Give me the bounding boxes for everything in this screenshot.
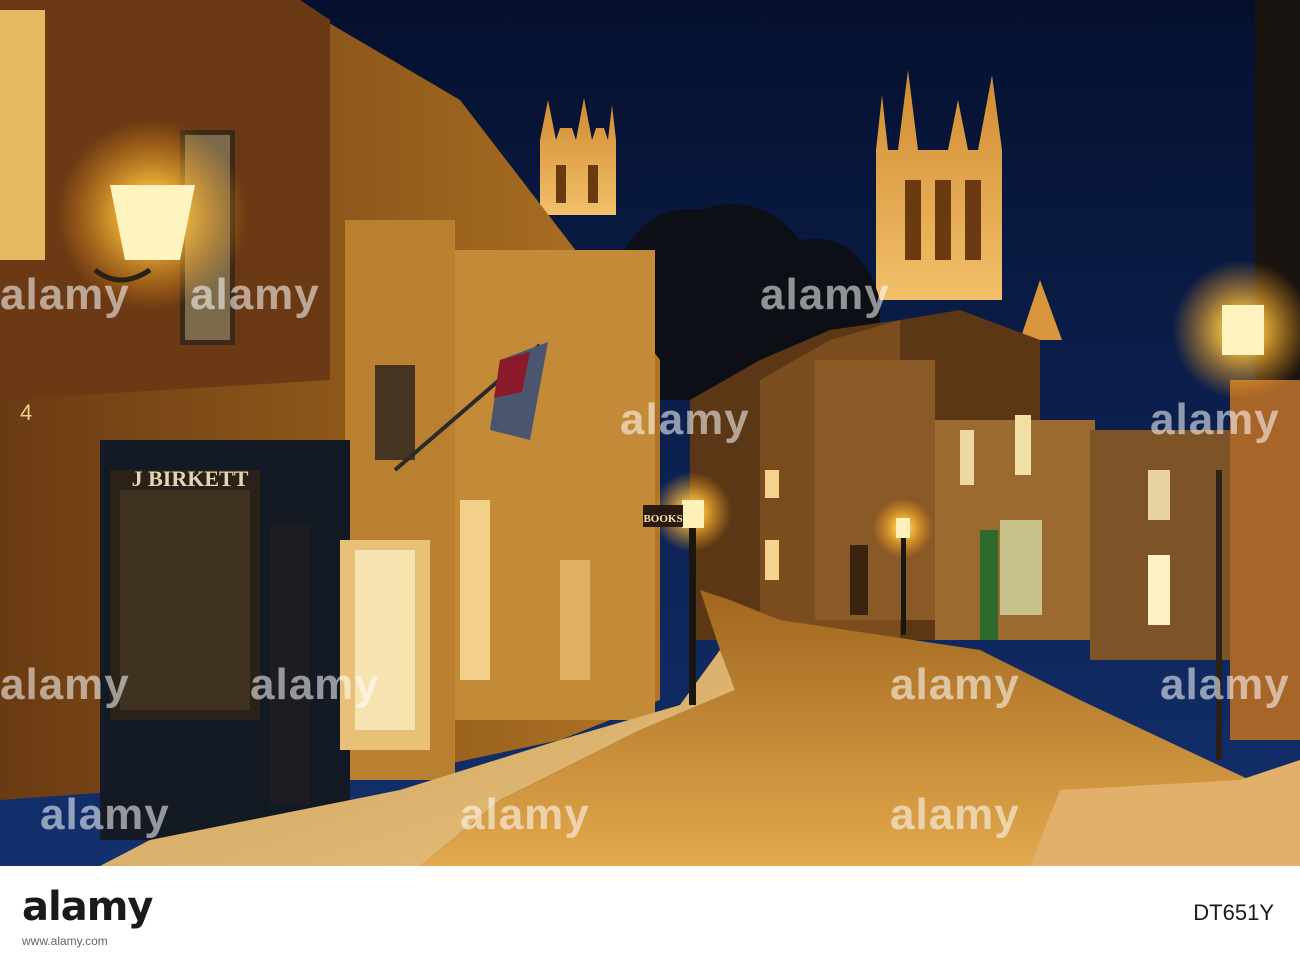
footer-bar: alamy DT651Y www.alamy.com (0, 866, 1300, 956)
door-number: 4 (20, 400, 32, 425)
right-building (1230, 380, 1300, 740)
image-id: DT651Y (1193, 900, 1274, 925)
street-night-scene: J BIRKETT BOOKS 4 (0, 0, 1300, 866)
alamy-logo[interactable]: alamy (22, 884, 153, 930)
books-sign: BOOKS (643, 513, 682, 525)
shop-sign: J BIRKETT (132, 466, 249, 491)
photo: J BIRKETT BOOKS 4 alamy alamy alamy alam… (0, 0, 1300, 866)
site-url[interactable]: www.alamy.com (22, 934, 108, 948)
